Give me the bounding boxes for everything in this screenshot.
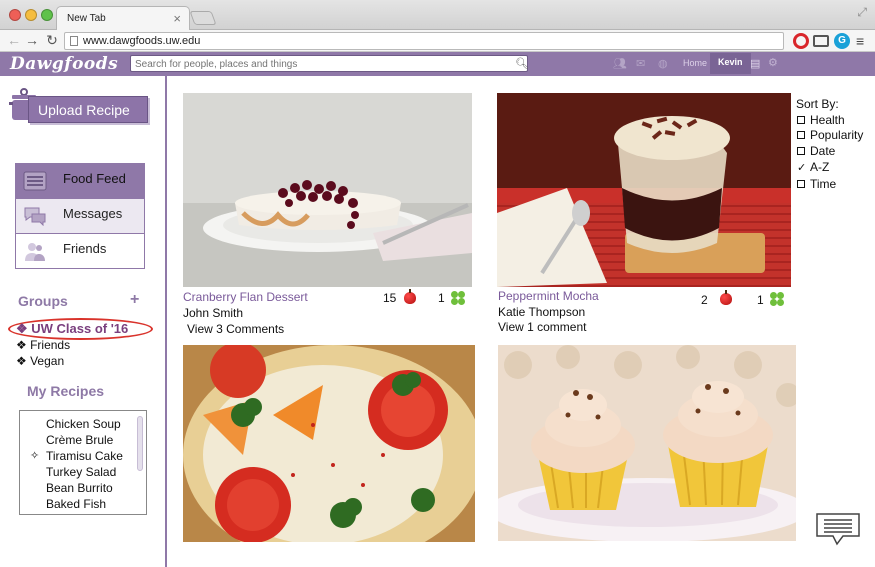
recipe-author: John Smith	[183, 306, 244, 320]
checkbox-icon[interactable]	[797, 131, 805, 139]
address-bar: ← → ↻ www.dawgfoods.uw.edu G ≡	[0, 30, 875, 52]
messages-header-icon[interactable]: ✉︎	[636, 57, 645, 70]
window-close-button[interactable]	[9, 9, 21, 21]
sort-option-label: A-Z	[810, 160, 830, 174]
globe-icon[interactable]: ◍	[658, 57, 668, 70]
view-comments-link[interactable]: View 1 comment	[498, 320, 586, 334]
flan-photo-illustration	[183, 93, 472, 287]
recipe-title-link[interactable]: Peppermint Mocha	[498, 289, 599, 303]
url-text: www.dawgfoods.uw.edu	[83, 35, 201, 47]
cupcakes-photo-illustration	[498, 345, 796, 541]
recipe-item[interactable]: Chicken Soup	[46, 417, 121, 431]
browser-tab-title: New Tab	[67, 13, 106, 24]
sparkle-icon: ✧	[30, 450, 40, 462]
friend-requests-icon[interactable]: 👥︎	[613, 57, 627, 70]
checkmark-icon[interactable]: ✓	[797, 161, 806, 174]
sort-option-label: Popularity	[810, 128, 864, 142]
opera-extension-icon[interactable]	[793, 33, 809, 49]
sort-by-heading: Sort By:	[796, 97, 839, 111]
sidebar-item-food-feed[interactable]: Food Feed	[16, 164, 144, 199]
forward-arrow-icon[interactable]: →	[24, 32, 40, 49]
sort-option-label: Health	[810, 113, 845, 127]
gear-icon[interactable]: ⚙︎	[768, 56, 778, 69]
search-input[interactable]	[130, 55, 528, 72]
sidebar-item-label: Food Feed	[63, 171, 126, 186]
sort-option-time[interactable]: Time	[797, 177, 836, 191]
clover-count: 1	[438, 291, 445, 305]
recipe-item[interactable]: Crème Brule	[46, 433, 113, 447]
sort-option-a-z[interactable]: ✓ A-Z	[797, 160, 829, 174]
sidebar-item-friends[interactable]: Friends	[16, 234, 144, 269]
browser-tab[interactable]: New Tab ×	[56, 6, 190, 31]
apple-count: 2	[701, 293, 708, 307]
sidebar-nav: Food Feed Messages Friends	[15, 163, 145, 269]
window-minimize-button[interactable]	[25, 9, 37, 21]
sort-option-date[interactable]: Date	[797, 144, 835, 158]
home-link[interactable]: Home	[683, 58, 707, 68]
user-profile-link[interactable]: Kevin	[710, 53, 751, 74]
clover-icon[interactable]	[770, 292, 784, 306]
sidebar-item-messages[interactable]: Messages	[16, 199, 144, 234]
recipe-item[interactable]: Baked Fish	[46, 497, 106, 511]
sort-option-health[interactable]: Health	[797, 113, 845, 127]
pizza-photo-illustration	[183, 345, 475, 542]
sidebar-item-label: Messages	[63, 206, 123, 221]
recipe-photo[interactable]	[183, 93, 472, 287]
upload-recipe-button[interactable]: Upload Recipe	[28, 96, 148, 123]
clover-count: 1	[757, 293, 764, 307]
recipe-photo[interactable]	[498, 345, 796, 541]
logo[interactable]: Dawgfoods	[10, 54, 118, 74]
my-recipes-list[interactable]: Chicken Soup Crème Brule ✧ Tiramisu Cake…	[19, 410, 147, 515]
sort-option-popularity[interactable]: Popularity	[797, 128, 863, 142]
recipe-item[interactable]: Tiramisu Cake	[46, 449, 123, 463]
apple-icon[interactable]	[720, 290, 732, 305]
sidebar-item-label: Friends	[63, 241, 107, 256]
reload-icon[interactable]: ↻	[44, 32, 60, 49]
browser-tab-bar: New Tab × ⤢	[0, 0, 875, 31]
recipe-title-link[interactable]: Cranberry Flan Dessert	[183, 290, 308, 304]
scrollbar[interactable]	[137, 416, 143, 471]
recipe-item[interactable]: Bean Burrito	[46, 481, 113, 495]
sort-option-label: Date	[810, 144, 836, 158]
fullscreen-icon[interactable]: ⤢	[857, 5, 867, 20]
checkbox-icon[interactable]	[797, 180, 805, 188]
my-recipes-heading: My Recipes	[27, 383, 105, 399]
checkbox-icon[interactable]	[797, 147, 805, 155]
new-tab-button[interactable]	[189, 11, 217, 25]
apple-icon[interactable]	[404, 289, 416, 304]
back-arrow-icon[interactable]: ←	[6, 32, 22, 49]
search-icon[interactable]: 🔍︎	[515, 57, 529, 70]
recipe-photo[interactable]	[497, 93, 791, 287]
groups-heading: Groups	[18, 293, 68, 309]
browser-menu-icon[interactable]: ≡	[856, 33, 872, 49]
page-icon	[70, 36, 78, 46]
app-header: Dawgfoods 🔍︎ 👥︎ ✉︎ ◍ Home Kevin ▤ ⚙︎	[0, 52, 875, 76]
group-item-vegan[interactable]: ❖ Vegan	[16, 354, 64, 368]
sort-option-label: Time	[810, 177, 837, 191]
food-feed-icon	[23, 171, 47, 191]
checkbox-icon[interactable]	[797, 116, 805, 124]
mocha-photo-illustration	[497, 93, 791, 287]
friends-icon	[25, 243, 45, 261]
add-group-button[interactable]: +	[130, 291, 139, 309]
group-item-uw-class[interactable]: ❖ UW Class of '16	[16, 321, 128, 337]
chat-bubble-icon[interactable]	[815, 512, 861, 546]
tab-close-icon[interactable]: ×	[173, 11, 181, 26]
g-extension-icon[interactable]: G	[834, 33, 850, 49]
account-card-icon[interactable]: ▤	[750, 57, 760, 70]
recipe-author: Katie Thompson	[498, 305, 586, 319]
cast-icon[interactable]	[813, 35, 829, 47]
group-item-friends[interactable]: ❖ Friends	[16, 338, 70, 352]
view-comments-link[interactable]: View 3 Comments	[187, 322, 284, 336]
apple-count: 15	[383, 291, 397, 305]
clover-icon[interactable]	[451, 291, 465, 305]
recipe-photo[interactable]	[183, 345, 475, 542]
recipe-item[interactable]: Turkey Salad	[46, 465, 116, 479]
url-field[interactable]: www.dawgfoods.uw.edu	[64, 32, 784, 50]
messages-icon	[24, 207, 46, 226]
window-maximize-button[interactable]	[41, 9, 53, 21]
